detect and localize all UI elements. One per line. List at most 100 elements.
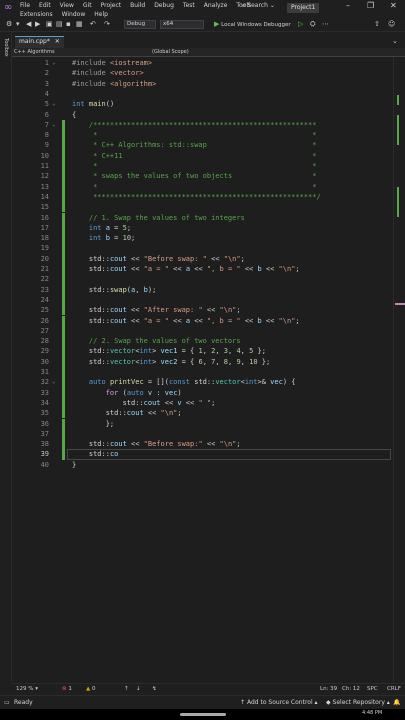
code-line[interactable]: 7 ⌄ /************************************… <box>12 119 393 131</box>
chevron-down-icon[interactable]: ▾ <box>16 20 20 28</box>
code-line[interactable]: 16 // 1. Swap the values of two integers <box>12 212 393 223</box>
code-line[interactable]: 24 <box>12 294 393 306</box>
menu-item-analyze[interactable]: Analyze <box>204 2 228 9</box>
code-line[interactable]: 11 * * <box>12 161 393 172</box>
toolbar-options-icon[interactable]: ⋯ <box>322 20 329 28</box>
code-line[interactable]: 5 ⌄ int main() <box>12 99 393 109</box>
column-indicator[interactable]: Ch: 12 <box>342 684 360 695</box>
code-line[interactable]: 17 int a = 5; <box>12 222 393 234</box>
editor-scrollbar[interactable] <box>393 57 405 683</box>
code-line[interactable]: 29 std::vector<int> vec1 = { 1, 2, 3, 4,… <box>12 346 393 357</box>
code-line[interactable]: 38 std::cout << "Before swap:" << "\n"; <box>12 439 393 450</box>
fold-toggle-icon[interactable]: ⌄ <box>52 120 56 130</box>
save-all-icon[interactable]: ▦ <box>76 20 83 28</box>
zoom-dropdown[interactable]: 129 % ▾ <box>16 684 38 695</box>
new-file-icon[interactable]: ▣ <box>46 20 53 28</box>
code-line[interactable]: 10 * C++11 * <box>12 150 393 161</box>
code-line[interactable]: 32 ⌄ auto printVec = [](const std::vector… <box>12 377 393 388</box>
select-repository-button[interactable]: ◆ Select Repository ▴ <box>326 696 390 709</box>
code-editor[interactable]: 1 ⌄ #include <iostream> 2 #include <vector> 3… <box>12 57 393 683</box>
code-line[interactable]: 3 #include <algorithm> <box>12 79 393 89</box>
menu-item-extensions[interactable]: Extensions <box>20 11 53 18</box>
home-indicator[interactable] <box>180 713 226 716</box>
forward-arrow-icon[interactable]: ▶ <box>35 20 40 28</box>
code-line[interactable]: 20 std::cout << "Before swap: " << "\n"; <box>12 253 393 264</box>
menu-item-help[interactable]: Help <box>94 11 108 18</box>
code-line[interactable]: 13 * * <box>12 181 393 192</box>
code-line[interactable]: 40} <box>12 460 393 470</box>
code-line[interactable]: 4 <box>12 89 393 99</box>
menu-item-test[interactable]: Test <box>183 2 195 9</box>
code-line[interactable]: 31 <box>12 367 393 378</box>
code-line[interactable]: 14 *************************************… <box>12 191 393 203</box>
code-line[interactable]: 18 int b = 10; <box>12 233 393 244</box>
attach-icon[interactable]: ⛭ <box>310 20 316 29</box>
code-line[interactable]: 36 }; <box>12 418 393 429</box>
undo-icon[interactable]: ↶ <box>90 20 96 28</box>
menu-item-debug[interactable]: Debug <box>154 2 174 9</box>
open-folder-icon[interactable]: ▤ <box>56 20 63 28</box>
next-issue-icon[interactable]: ↓ <box>136 684 141 695</box>
whitespace-indicator[interactable]: SPC <box>367 684 378 695</box>
line-indicator[interactable]: Ln: 39 <box>320 684 337 695</box>
code-line[interactable]: 2 #include <vector> <box>12 68 393 78</box>
code-line[interactable]: 8 * * <box>12 130 393 141</box>
back-arrow-icon[interactable]: ◀ <box>26 20 31 28</box>
code-line[interactable]: 22 <box>12 274 393 285</box>
minimize-button[interactable]: – <box>346 1 350 10</box>
code-line[interactable]: 34 std::cout << v << " "; <box>12 397 393 409</box>
menu-item-build[interactable]: Build <box>130 2 145 9</box>
live-share-icon[interactable]: ⇧ <box>374 20 380 28</box>
search-button[interactable]: ⌕ Search ⌄ <box>242 2 275 10</box>
code-line[interactable]: 33 for (auto v : vec) <box>12 387 393 398</box>
code-line[interactable]: 19 <box>12 243 393 254</box>
code-line[interactable]: 25 std::cout << "After swap: " << "\n"; <box>12 305 393 316</box>
previous-issue-icon[interactable]: ↑ <box>124 684 129 695</box>
tab-main-cpp[interactable]: main.cpp* ✕ <box>15 36 64 48</box>
code-line[interactable]: 1 ⌄ #include <iostream> <box>12 58 393 68</box>
add-to-source-control-button[interactable]: ↑ Add to Source Control ▴ <box>240 696 318 709</box>
code-line[interactable]: 9 * C++ Algorithms: std::swap * <box>12 140 393 151</box>
menu-item-edit[interactable]: Edit <box>39 2 51 9</box>
fold-toggle-icon[interactable]: ⌄ <box>52 58 56 68</box>
code-line[interactable]: 23 std::swap(a, b); <box>12 284 393 295</box>
menu-item-project[interactable]: Project <box>101 2 122 9</box>
toolbox-tab[interactable]: Toolbox <box>3 38 9 57</box>
code-line[interactable]: 39 std::co <box>12 449 393 460</box>
close-button[interactable]: ✕ <box>390 1 397 10</box>
tab-overflow-icon[interactable]: ⌄ <box>392 37 398 45</box>
feedback-icon[interactable]: ☺ <box>388 20 395 28</box>
warning-count[interactable]: ▲ 0 <box>86 684 95 695</box>
code-line[interactable]: 6{ <box>12 110 393 120</box>
code-line[interactable]: 28 // 2. Swap the values of two vectors <box>12 336 393 347</box>
save-icon[interactable]: ▪ <box>66 20 71 28</box>
menu-item-window[interactable]: Window <box>62 11 86 18</box>
health-icon[interactable]: ↯ <box>152 684 157 695</box>
redo-icon[interactable]: ↷ <box>104 20 110 28</box>
close-tab-icon[interactable]: ✕ <box>55 38 60 45</box>
code-line[interactable]: 15 <box>12 202 393 213</box>
global-scope-dropdown[interactable]: (Global Scope) <box>152 48 189 57</box>
platform-select[interactable]: x64 <box>160 20 204 29</box>
code-line[interactable]: 21 std::cout << "a = " << a << ", b = " … <box>12 264 393 275</box>
error-count[interactable]: ⊗ 1 <box>62 684 72 695</box>
configuration-select[interactable]: Debug <box>124 20 156 29</box>
code-line[interactable]: 37 <box>12 428 393 440</box>
settings-icon[interactable]: ⚙ <box>6 20 12 28</box>
fold-toggle-icon[interactable]: ⌄ <box>52 377 56 387</box>
fold-toggle-icon[interactable]: ⌄ <box>52 99 56 109</box>
code-line[interactable]: 12 * swaps the values of two objects * <box>12 171 393 182</box>
line-ending-indicator[interactable]: CRLF <box>387 684 401 695</box>
project-scope-dropdown[interactable]: C++ Algorithms <box>14 48 55 57</box>
menu-item-file[interactable]: File <box>20 2 30 9</box>
code-line[interactable]: 27 <box>12 325 393 337</box>
notifications-icon[interactable]: 🔔 <box>393 696 400 709</box>
code-line[interactable]: 35 std::cout << "\n"; <box>12 408 393 419</box>
start-debugging-button[interactable]: ▶ Local Windows Debugger <box>214 20 291 28</box>
maximize-button[interactable]: ❐ <box>367 1 374 10</box>
code-line[interactable]: 26 std::cout << "a = " << a << ", b = " … <box>12 315 393 326</box>
start-without-debugging-icon[interactable]: ▷ <box>298 20 303 28</box>
menu-item-git[interactable]: Git <box>83 2 92 9</box>
menu-item-view[interactable]: View <box>60 2 74 9</box>
code-line[interactable]: 30 std::vector<int> vec2 = { 6, 7, 8, 9,… <box>12 356 393 367</box>
